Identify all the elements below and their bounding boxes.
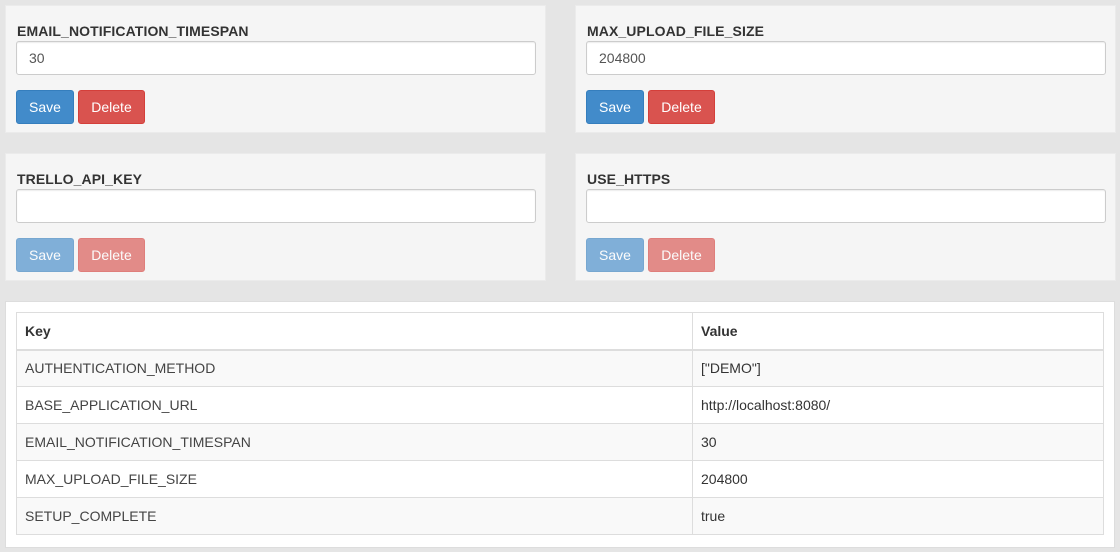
row-key: AUTHENTICATION_METHOD (16, 349, 693, 387)
table-row: EMAIL_NOTIFICATION_TIMESPAN 30 (16, 423, 1104, 461)
setting-value-input[interactable] (16, 41, 536, 75)
save-button[interactable]: Save (16, 238, 74, 272)
save-button[interactable]: Save (16, 90, 74, 124)
delete-button[interactable]: Delete (648, 90, 715, 124)
setting-card-trello-api-key: TRELLO_API_KEY Save Delete (5, 153, 546, 281)
settings-table: Key Value AUTHENTICATION_METHOD ["DEMO"]… (16, 312, 1104, 535)
setting-key-label: EMAIL_NOTIFICATION_TIMESPAN (17, 23, 249, 39)
table-row: MAX_UPLOAD_FILE_SIZE 204800 (16, 460, 1104, 498)
delete-button[interactable]: Delete (78, 238, 145, 272)
setting-key-label: MAX_UPLOAD_FILE_SIZE (587, 23, 765, 39)
setting-card-max-upload-file-size: MAX_UPLOAD_FILE_SIZE Save Delete (575, 5, 1116, 133)
row-key: MAX_UPLOAD_FILE_SIZE (16, 460, 693, 498)
table-row: AUTHENTICATION_METHOD ["DEMO"] (16, 349, 1104, 387)
setting-card-use-https: USE_HTTPS Save Delete (575, 153, 1116, 281)
setting-key-label: USE_HTTPS (587, 171, 671, 187)
save-button[interactable]: Save (586, 90, 644, 124)
row-key: EMAIL_NOTIFICATION_TIMESPAN (16, 423, 693, 461)
delete-button[interactable]: Delete (78, 90, 145, 124)
table-row: BASE_APPLICATION_URL http://localhost:80… (16, 386, 1104, 424)
save-button[interactable]: Save (586, 238, 644, 272)
row-value: 204800 (692, 460, 1104, 498)
delete-button[interactable]: Delete (648, 238, 715, 272)
row-value: 30 (692, 423, 1104, 461)
setting-key-label: TRELLO_API_KEY (17, 171, 143, 187)
table-header-row: Key Value (16, 312, 1104, 351)
setting-value-input[interactable] (586, 41, 1106, 75)
table-row: SETUP_COMPLETE true (16, 497, 1104, 535)
row-key: BASE_APPLICATION_URL (16, 386, 693, 424)
setting-value-input[interactable] (16, 189, 536, 223)
row-key: SETUP_COMPLETE (16, 497, 693, 535)
column-header-key: Key (16, 312, 693, 351)
settings-table-panel: Key Value AUTHENTICATION_METHOD ["DEMO"]… (5, 301, 1115, 548)
column-header-value: Value (692, 312, 1104, 351)
row-value: ["DEMO"] (692, 349, 1104, 387)
setting-card-email-notification-timespan: EMAIL_NOTIFICATION_TIMESPAN Save Delete (5, 5, 546, 133)
row-value: true (692, 497, 1104, 535)
setting-value-input[interactable] (586, 189, 1106, 223)
row-value: http://localhost:8080/ (692, 386, 1104, 424)
